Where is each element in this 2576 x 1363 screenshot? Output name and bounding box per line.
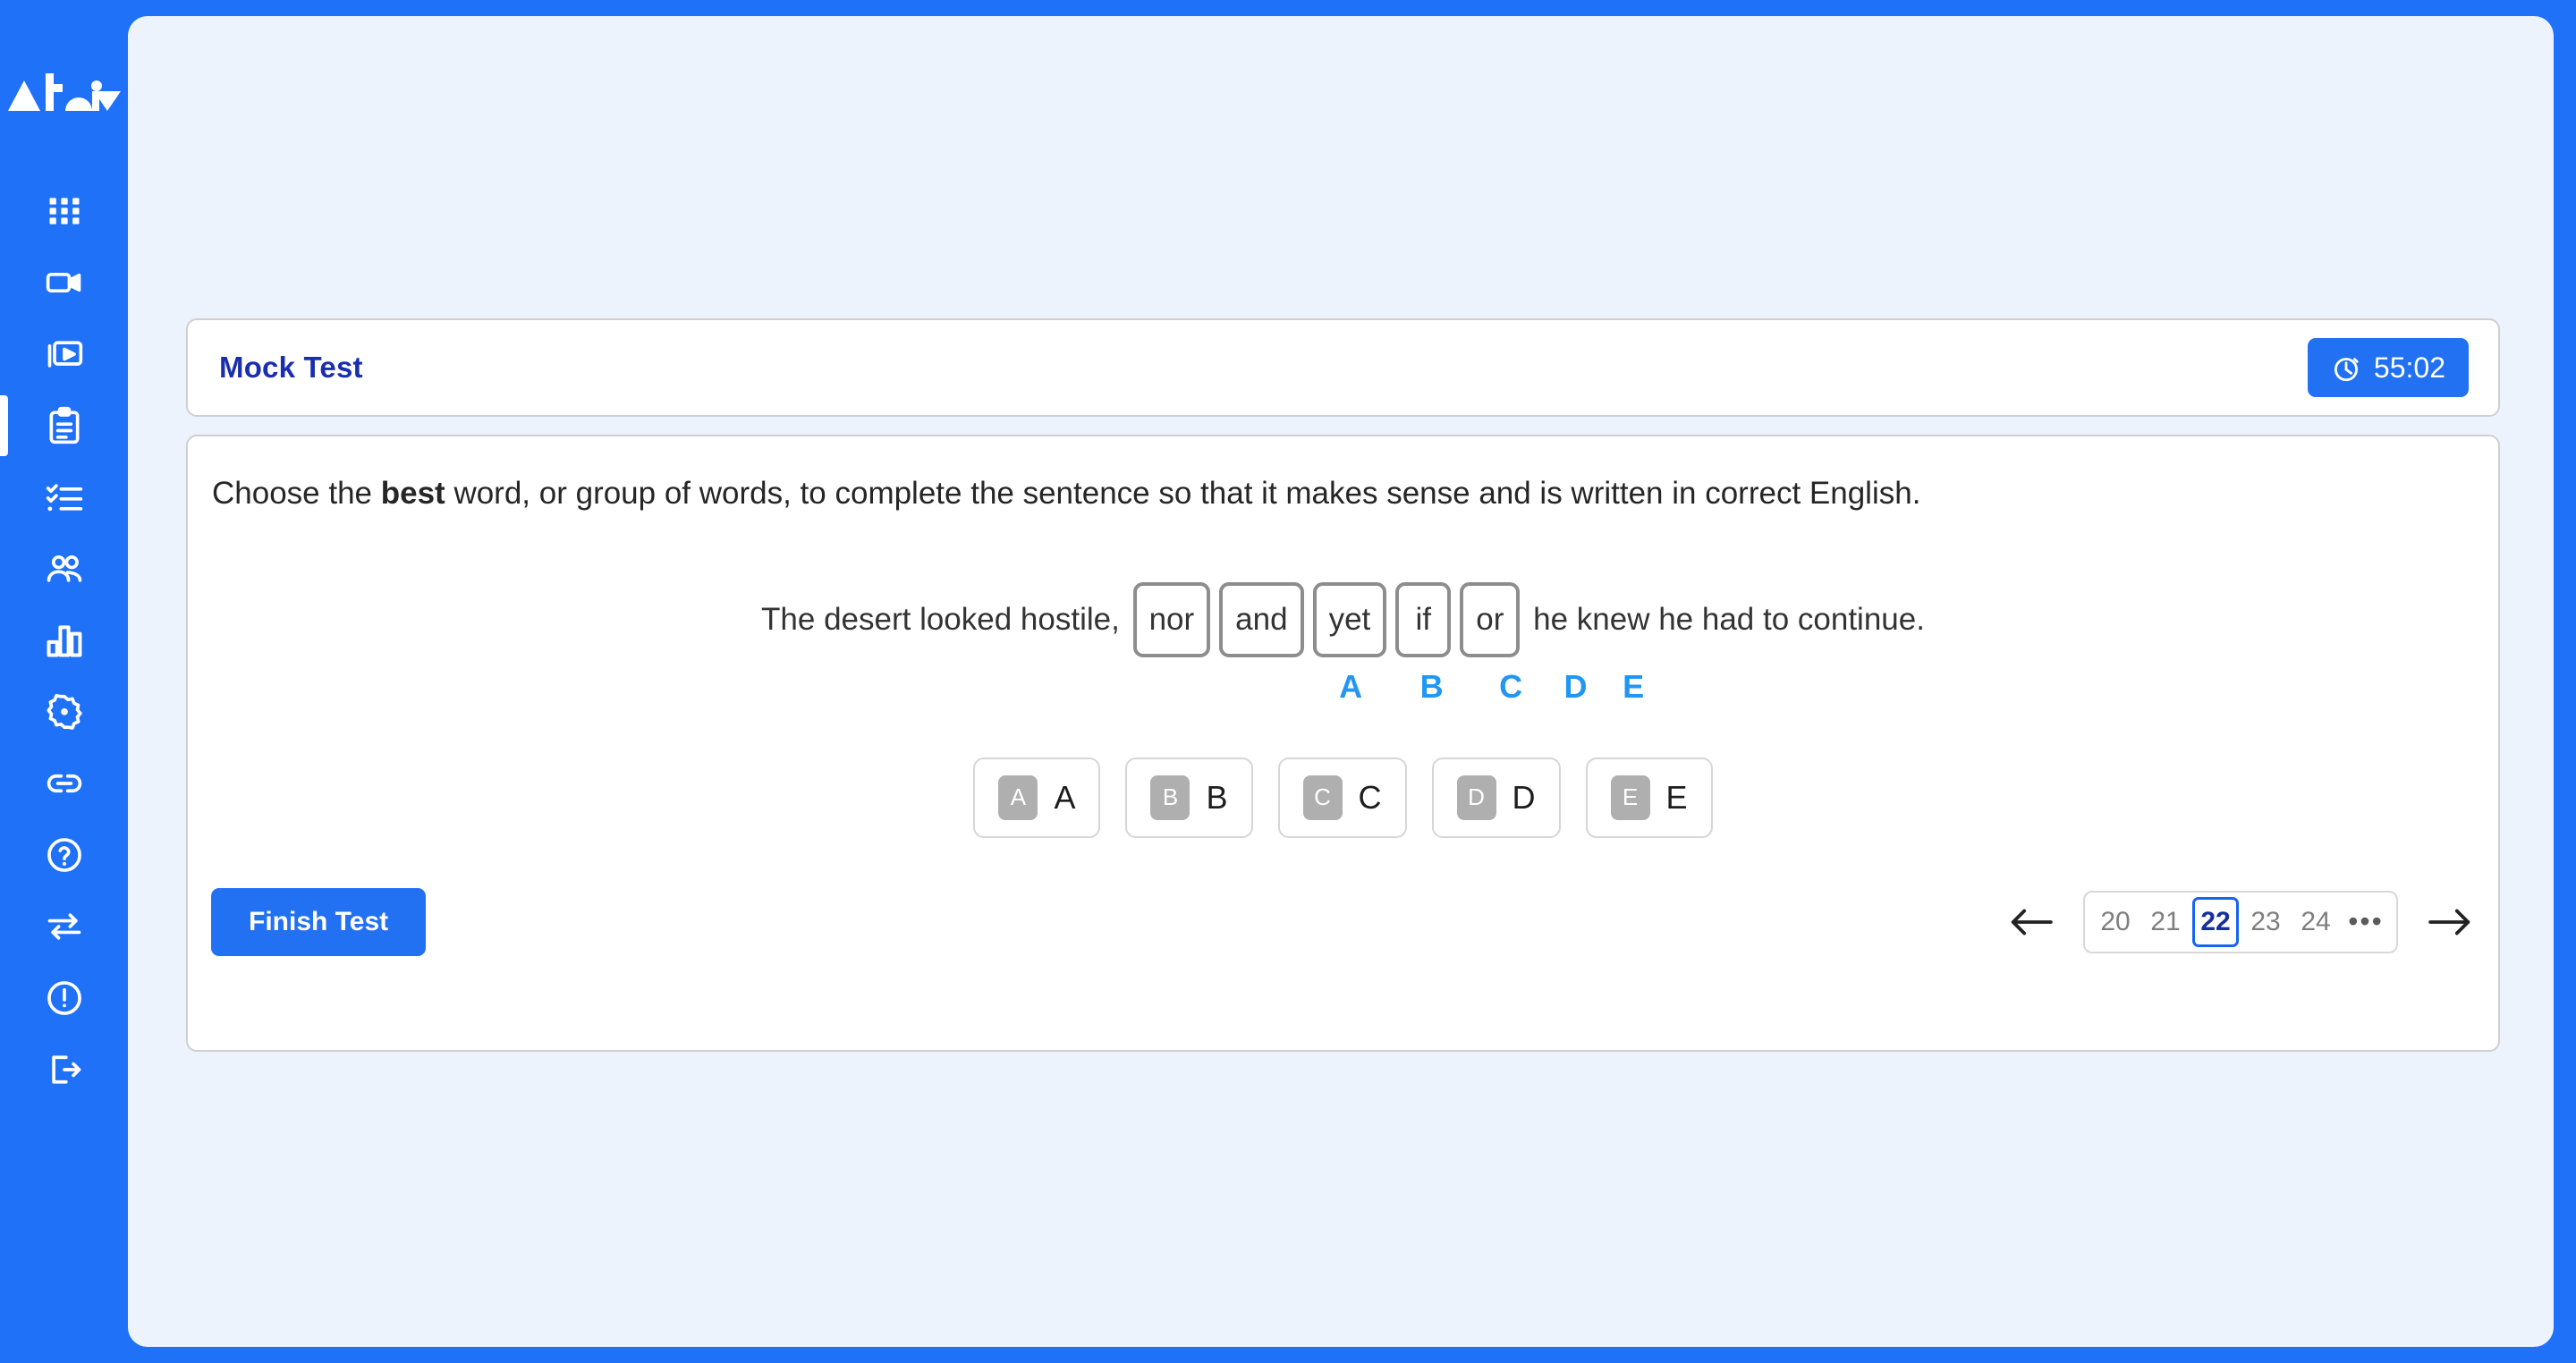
page-title: Mock Test (219, 351, 363, 384)
sidebar-item-reports[interactable] (0, 605, 128, 676)
answer-option-label: D (1512, 778, 1536, 816)
word-choice-letter-a: A (1339, 667, 1363, 705)
timer-badge[interactable]: 55:02 (2307, 338, 2469, 397)
pagination: 20 21 22 23 24 ••• (2006, 890, 2475, 953)
answer-option-d[interactable]: DD (1431, 757, 1561, 838)
answer-option-label: E (1665, 778, 1688, 816)
word-choice-letter-e: E (1623, 667, 1645, 705)
transfer-arrows-icon (47, 913, 80, 940)
sentence-suffix: he knew he had to continue. (1533, 601, 1925, 637)
word-choice-group: nor and yet if or (1129, 581, 1525, 657)
answer-option-e[interactable]: EE (1585, 757, 1713, 838)
help-circle-icon (47, 838, 81, 872)
word-choice-d[interactable]: if (1395, 581, 1452, 657)
clipboard-icon (49, 406, 79, 444)
question-card: Choose the best word, or group of words,… (186, 435, 2500, 1052)
page-number-list: 20 21 22 23 24 ••• (2083, 890, 2398, 953)
sidebar-nav (0, 175, 128, 1105)
page-button-22[interactable]: 22 (2192, 896, 2239, 947)
main-panel-wrap: Mock Test 55:02 Choose the best word, or… (128, 0, 2576, 1363)
page-more-button[interactable]: ••• (2343, 897, 2389, 947)
sidebar-item-students[interactable] (0, 533, 128, 605)
answer-option-badge: A (998, 775, 1038, 820)
word-choice-letter-d: D (1563, 667, 1588, 705)
video-camera-icon (46, 273, 80, 292)
arrow-right-icon (2428, 909, 2470, 935)
word-choice-letters: A B C DE (1312, 668, 1708, 706)
instruction-pre: Choose the (212, 476, 381, 511)
sidebar-item-alerts[interactable] (0, 962, 128, 1034)
checklist-icon (46, 484, 82, 512)
atom-logo[interactable] (6, 68, 123, 123)
word-choice-letter-b: B (1419, 667, 1444, 705)
sidebar-item-links[interactable] (0, 748, 128, 819)
page-button-24[interactable]: 24 (2292, 897, 2339, 947)
app-root: Mock Test 55:02 Choose the best word, or… (0, 0, 2576, 1363)
answer-option-label: B (1206, 778, 1228, 816)
instruction-post: word, or group of words, to complete the… (445, 476, 1921, 511)
sidebar-item-tasks[interactable] (0, 461, 128, 533)
sidebar (0, 0, 128, 1363)
finish-test-button[interactable]: Finish Test (211, 887, 427, 956)
video-library-icon (47, 341, 82, 368)
sentence-block: The desert looked hostile, nor and yet if or… (188, 581, 2498, 706)
sentence-prefix: The desert looked hostile, (761, 601, 1120, 637)
bar-chart-icon (47, 625, 81, 657)
prev-question-button[interactable] (2006, 897, 2056, 947)
stopwatch-icon (2334, 358, 2359, 382)
sentence-row: The desert looked hostile, nor and yet if or… (761, 581, 1925, 657)
answer-option-b[interactable]: BB (1125, 757, 1253, 838)
sidebar-item-settings[interactable] (0, 676, 128, 748)
word-choice-letter-c: C (1499, 667, 1523, 705)
page-button-23[interactable]: 23 (2242, 897, 2289, 947)
answer-option-badge: E (1610, 775, 1650, 820)
page-button-21[interactable]: 21 (2142, 897, 2189, 947)
answer-option-a[interactable]: AA (973, 757, 1101, 838)
main-panel: Mock Test 55:02 Choose the best word, or… (128, 16, 2554, 1347)
logout-icon (51, 1055, 80, 1084)
word-choice-b[interactable]: and (1219, 581, 1304, 657)
question-footer: Finish Test 20 21 22 23 24 ••• (188, 887, 2498, 994)
sidebar-item-lessons[interactable] (0, 318, 128, 390)
answer-options: AA BB CC DD EE (188, 757, 2498, 838)
answer-option-label: C (1358, 778, 1382, 816)
answer-option-label: A (1054, 778, 1076, 816)
sidebar-item-switch[interactable] (0, 891, 128, 962)
answer-option-badge: D (1456, 775, 1496, 820)
grid-icon (49, 198, 79, 224)
link-icon (47, 774, 81, 793)
answer-option-badge: C (1302, 775, 1343, 820)
word-choice-e[interactable]: or (1460, 581, 1521, 657)
sidebar-item-dashboard[interactable] (0, 175, 128, 247)
test-content: Mock Test 55:02 Choose the best word, or… (186, 318, 2500, 1052)
word-choice-c[interactable]: yet (1312, 581, 1387, 657)
answer-option-badge: B (1150, 775, 1191, 820)
instruction-emphasis: best (380, 476, 445, 511)
arrow-left-icon (2011, 909, 2053, 935)
sidebar-item-help[interactable] (0, 819, 128, 891)
sidebar-item-logout[interactable] (0, 1034, 128, 1105)
timer-value: 55:02 (2373, 351, 2445, 384)
next-question-button[interactable] (2425, 897, 2475, 947)
users-icon (47, 555, 81, 582)
question-instruction: Choose the best word, or group of words,… (188, 474, 2498, 514)
page-button-20[interactable]: 20 (2092, 897, 2139, 947)
word-choice-a[interactable]: nor (1132, 581, 1211, 657)
sidebar-item-videos[interactable] (0, 247, 128, 318)
test-header-card: Mock Test 55:02 (186, 318, 2500, 417)
gear-icon (46, 694, 82, 730)
sidebar-item-tests[interactable] (0, 390, 128, 461)
answer-option-c[interactable]: CC (1277, 757, 1407, 838)
alert-circle-icon (47, 981, 81, 1015)
